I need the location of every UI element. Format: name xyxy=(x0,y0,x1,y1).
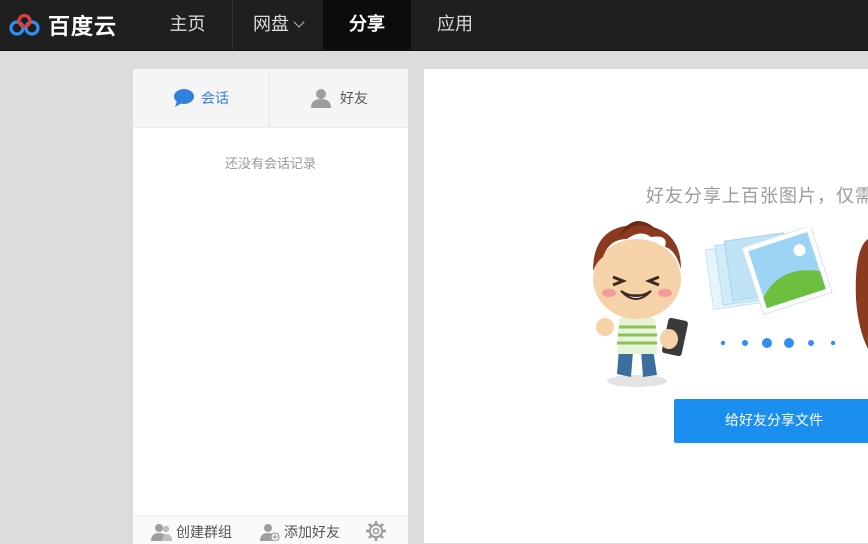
top-navigation-bar: 百度云 主页 网盘 分享 应用 xyxy=(0,0,868,51)
nav-netdisk-label: 网盘 xyxy=(253,14,289,35)
conversation-footer: 创建群组 添加好友 xyxy=(133,515,408,544)
person-icon xyxy=(311,89,331,108)
tab-conversations-label: 会话 xyxy=(201,91,229,107)
chevron-down-icon xyxy=(293,16,305,28)
settings-button[interactable] xyxy=(365,520,387,542)
nav-share-label: 分享 xyxy=(349,14,385,35)
gear-icon xyxy=(366,521,386,541)
tab-friends[interactable]: 好友 xyxy=(270,69,514,127)
tab-conversations[interactable]: 会话 xyxy=(133,69,269,127)
conversation-tabs: 会话 好友 xyxy=(133,69,514,128)
group-icon xyxy=(151,524,172,541)
cartoon-boy-illustration xyxy=(593,221,688,387)
conversation-panel: 会话 好友 还没有会话记录 创建群组 添加好友 xyxy=(133,69,514,544)
nav-home-label: 主页 xyxy=(169,14,206,35)
chat-bubble-icon xyxy=(174,89,194,107)
photo-stack-illustration xyxy=(704,227,833,316)
add-friend-label: 添加好友 xyxy=(284,525,340,541)
share-file-button[interactable]: 给好友分享文件 xyxy=(674,399,868,443)
tab-friends-label: 好友 xyxy=(340,91,368,107)
cloud-logo-icon xyxy=(9,13,40,36)
add-friend-button[interactable]: 添加好友 xyxy=(260,522,340,542)
create-group-button[interactable]: 创建群组 xyxy=(151,522,232,542)
cartoon-girl-illustration xyxy=(855,239,868,349)
nav-item-netdisk[interactable]: 网盘 xyxy=(233,0,323,50)
share-intro-panel: 好友分享上百张图片，仅需 给好友分享文件 xyxy=(424,69,868,543)
nav-apps-label: 应用 xyxy=(437,14,473,35)
create-group-label: 创建群组 xyxy=(176,525,232,541)
empty-conversations-text: 还没有会话记录 xyxy=(224,157,316,172)
add-person-icon xyxy=(260,524,280,541)
nav-item-home[interactable]: 主页 xyxy=(150,0,225,50)
progress-dots-icon xyxy=(720,338,836,348)
brand-logo[interactable]: 百度云 xyxy=(8,10,117,40)
brand-name: 百度云 xyxy=(48,15,118,40)
share-headline: 好友分享上百张图片，仅需 xyxy=(646,186,868,207)
nav-item-share[interactable]: 分享 xyxy=(323,0,411,50)
nav-item-apps[interactable]: 应用 xyxy=(411,0,499,50)
